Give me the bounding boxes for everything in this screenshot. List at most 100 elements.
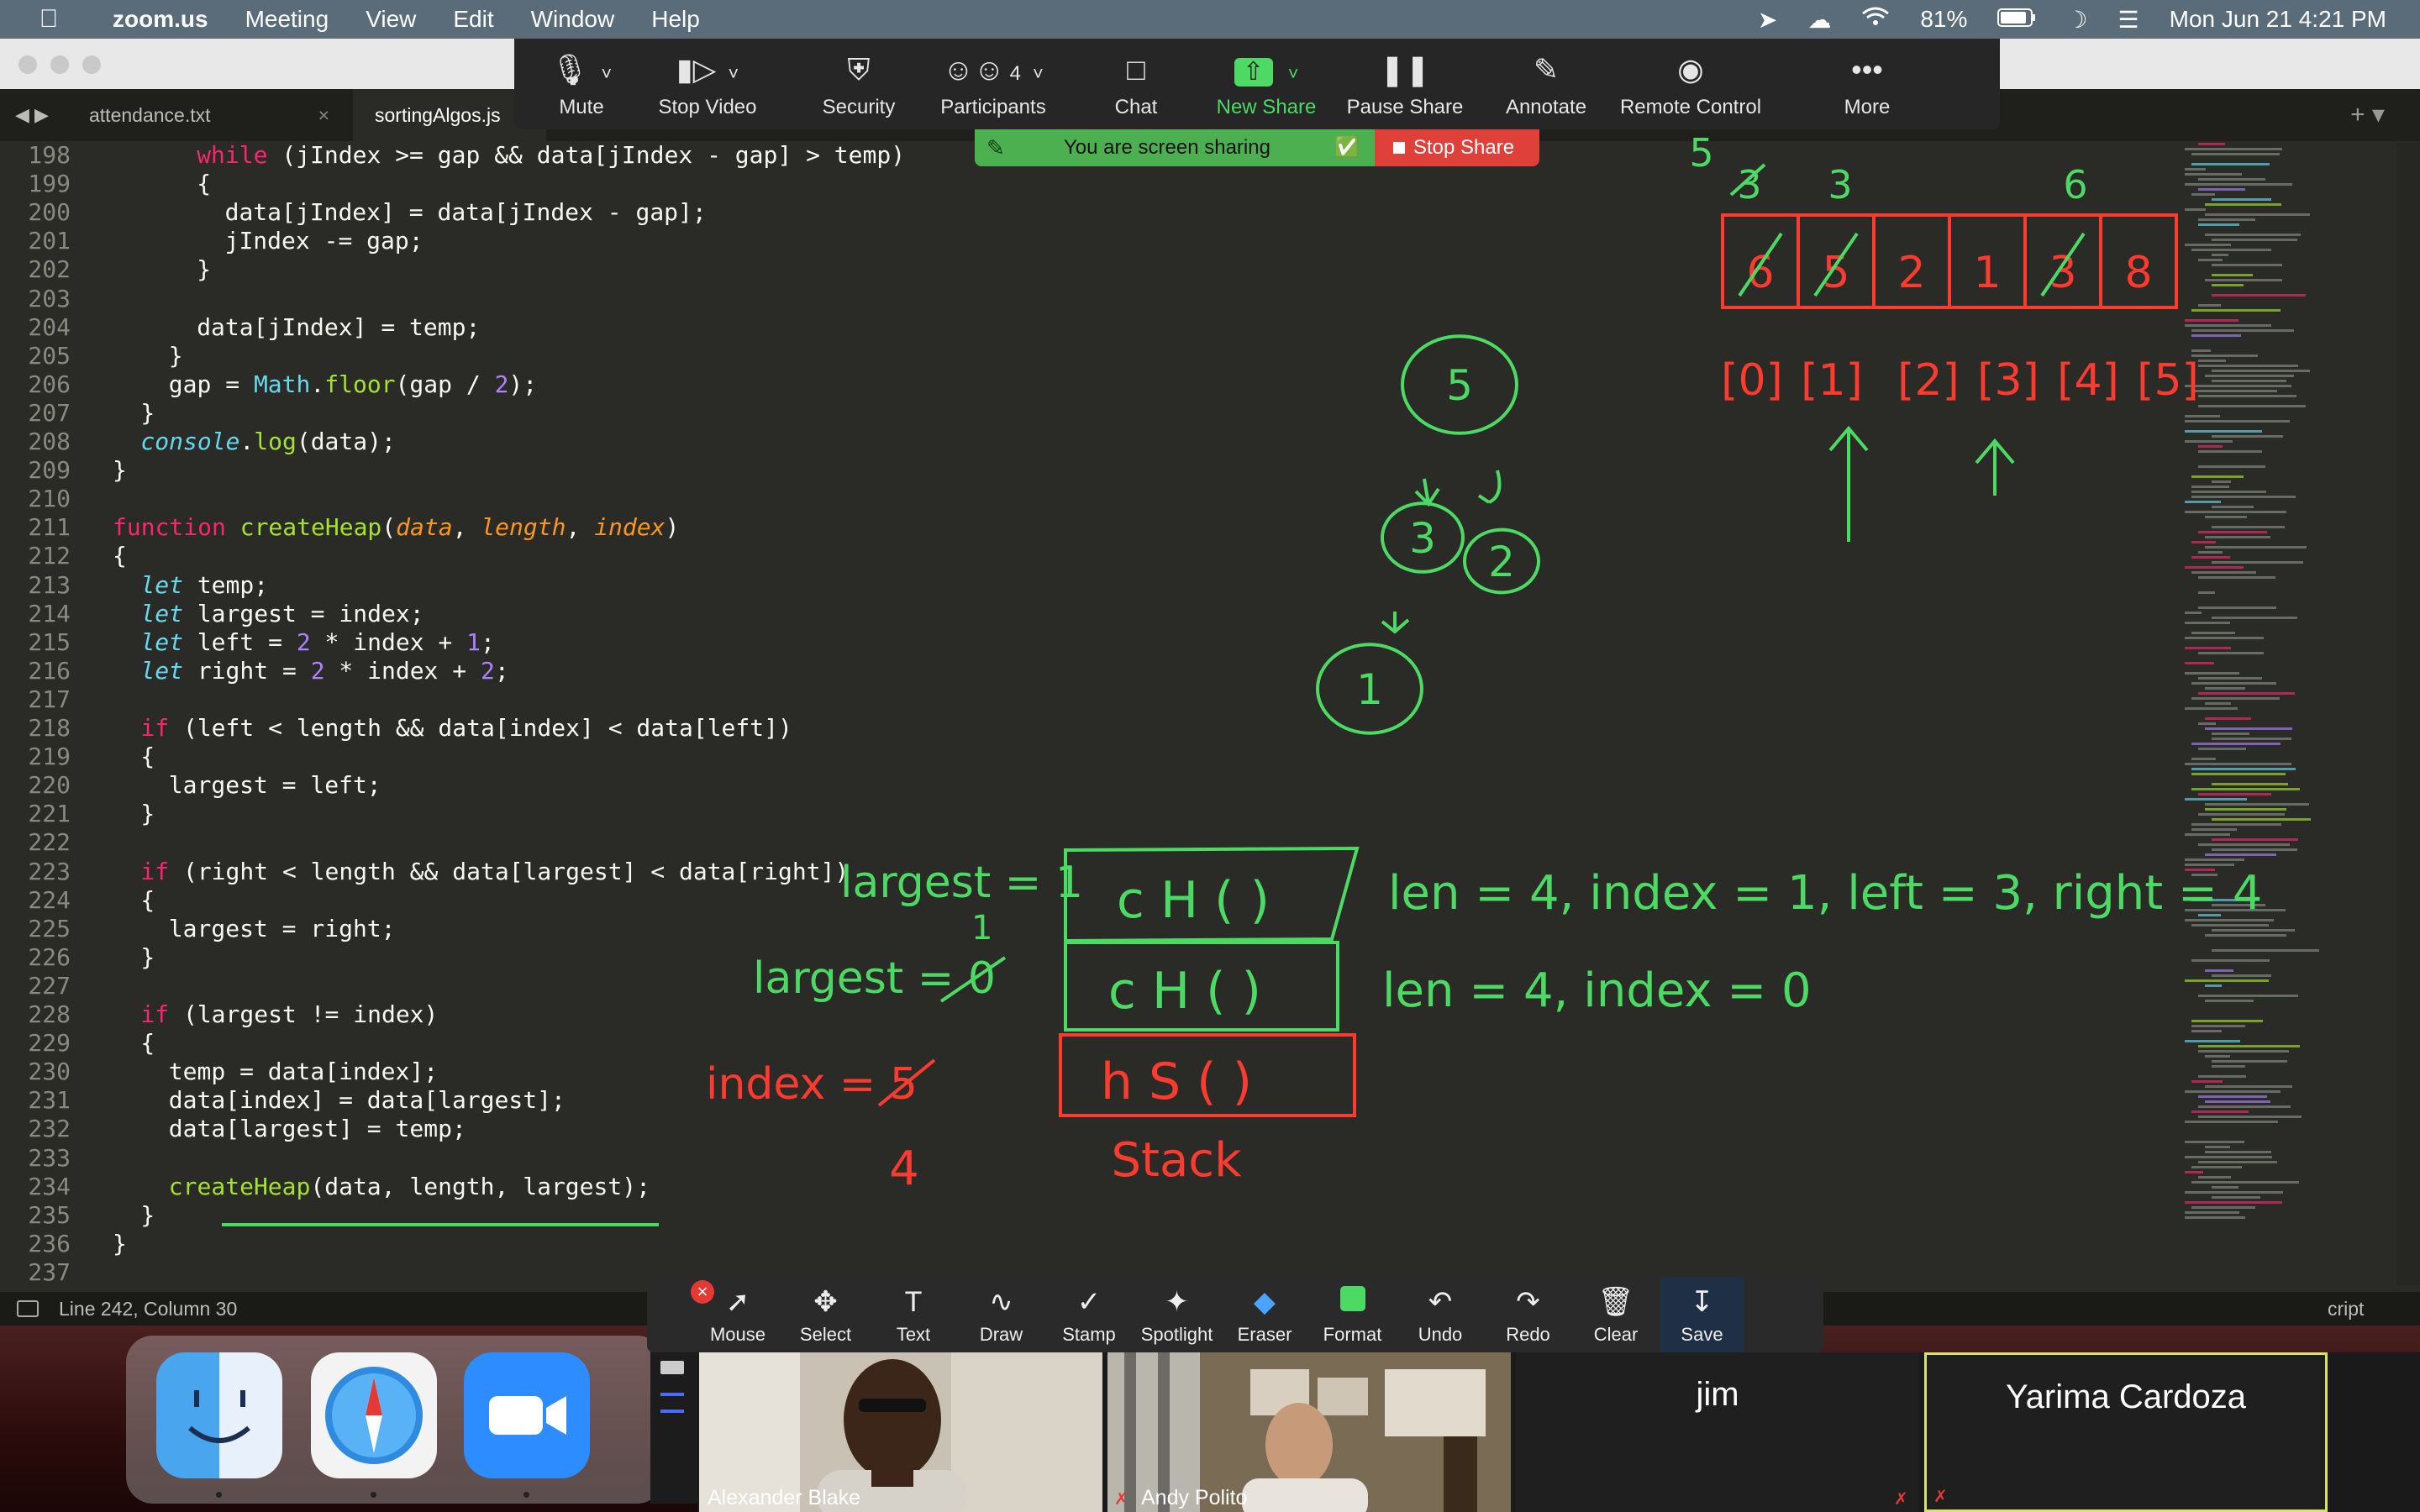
text-tool-button[interactable]: T Text <box>870 1277 957 1352</box>
code-line[interactable]: 202} <box>0 255 1008 284</box>
code-line[interactable]: 203 <box>0 285 1008 313</box>
code-line[interactable]: 228 if (largest != index) <box>0 1000 1008 1029</box>
participant-tile[interactable]: Alexander Blake <box>699 1352 1102 1512</box>
code-line[interactable]: 212 { <box>0 542 1008 570</box>
code-line[interactable]: 234 createHeap(data, length, largest); <box>0 1173 1008 1201</box>
finder-icon[interactable] <box>156 1352 282 1478</box>
menu-app-name[interactable]: zoom.us <box>113 6 208 33</box>
code-editor[interactable]: 198 while (jIndex >= gap && data[jIndex -… <box>0 141 2185 1292</box>
code-line[interactable]: 204 data[jIndex] = temp; <box>0 313 1008 342</box>
menu-edit[interactable]: Edit <box>453 6 493 33</box>
code-line[interactable]: 201 jIndex -= gap; <box>0 227 1008 255</box>
code-line[interactable]: 215 let left = 2 * index + 1; <box>0 628 1008 657</box>
code-line[interactable]: 231 data[index] = data[largest]; <box>0 1086 1008 1115</box>
code-line[interactable]: 214 let largest = index; <box>0 600 1008 628</box>
menubar-datetime[interactable]: Mon Jun 21 4:21 PM <box>2170 6 2386 33</box>
code-line[interactable]: 224 { <box>0 886 1008 915</box>
code-line[interactable]: 219 { <box>0 743 1008 771</box>
security-button[interactable]: ⛨ Security <box>796 39 922 129</box>
new-tab-button[interactable]: + ▾ <box>2350 89 2385 141</box>
draw-tool-button[interactable]: ∿ Draw <box>958 1277 1045 1352</box>
location-icon[interactable]: ➤ <box>1758 6 1777 34</box>
redo-tool-button[interactable]: ↷ Redo <box>1485 1277 1572 1352</box>
speaker-layout-icon[interactable] <box>660 1393 684 1413</box>
format-tool-button[interactable]: Format <box>1309 1277 1397 1352</box>
chat-button[interactable]: □ Chat <box>1073 39 1199 129</box>
participants-button[interactable]: ☺☺ 4 ˅ Participants <box>913 39 1073 129</box>
close-tab-icon[interactable]: × <box>318 89 329 141</box>
stamp-tool-button[interactable]: ✓ Stamp <box>1045 1277 1133 1352</box>
code-line[interactable]: 200 data[jIndex] = data[jIndex - gap]; <box>0 198 1008 227</box>
code-line[interactable]: 221} <box>0 800 1008 828</box>
code-line[interactable]: 236} <box>0 1230 1008 1258</box>
code-line[interactable]: 209} <box>0 456 1008 485</box>
eraser-tool-button[interactable]: ◆ Eraser <box>1221 1277 1308 1352</box>
code-line[interactable]: 226} <box>0 943 1008 972</box>
pause-share-button[interactable]: ❚❚ Pause Share <box>1329 39 1481 129</box>
menu-meeting[interactable]: Meeting <box>245 6 329 33</box>
save-tool-button[interactable]: ↧ Save <box>1660 1277 1744 1352</box>
minimap-line <box>2212 264 2282 266</box>
new-share-button[interactable]: ⇧ ˅ New Share <box>1195 39 1338 129</box>
annotate-button[interactable]: ✎ Annotate <box>1483 39 1609 129</box>
cursor-position[interactable]: Line 242, Column 30 <box>59 1292 237 1326</box>
code-line[interactable]: 235} <box>0 1201 1008 1230</box>
sidebar-toggle-icon[interactable] <box>17 1300 39 1317</box>
undo-tool-button[interactable]: ↶ Undo <box>1397 1277 1484 1352</box>
syntax-language[interactable]: cript <box>2328 1292 2364 1326</box>
cloud-icon[interactable]: ☁ <box>1807 6 1831 34</box>
code-line[interactable]: 205} <box>0 342 1008 370</box>
spotlight-tool-button[interactable]: ✦ Spotlight <box>1134 1277 1221 1352</box>
code-line[interactable]: 210 <box>0 485 1008 513</box>
gallery-layout-icon[interactable] <box>660 1361 684 1374</box>
screen-sharing-banner[interactable]: ✎ You are screen sharing ✅ <box>975 129 1375 166</box>
code-line[interactable]: 223 if (right < length && data[largest] <… <box>0 858 1008 886</box>
code-line[interactable]: 198 while (jIndex >= gap && data[jIndex -… <box>0 141 1008 170</box>
code-line[interactable]: 206 gap = Math.floor(gap / 2); <box>0 370 1008 399</box>
menu-help[interactable]: Help <box>651 6 700 33</box>
code-line[interactable]: 220 largest = left; <box>0 771 1008 800</box>
code-line[interactable]: 216 let right = 2 * index + 2; <box>0 657 1008 685</box>
code-line[interactable]: 233 <box>0 1144 1008 1173</box>
code-line[interactable]: 227 <box>0 972 1008 1000</box>
code-line[interactable]: 222 <box>0 828 1008 857</box>
code-line[interactable]: 218 if (left < length && data[index] < da… <box>0 714 1008 743</box>
more-button[interactable]: ••• More <box>1804 39 1930 129</box>
code-line[interactable]: 232 data[largest] = temp; <box>0 1115 1008 1143</box>
participant-tile[interactable]: ✗ Andy Polito <box>1107 1352 1511 1512</box>
stop-video-button[interactable]: ▮▷ ˅ Stop Video <box>636 39 779 129</box>
clear-tool-button[interactable]: 🗑 Clear <box>1572 1277 1660 1352</box>
remote-control-button[interactable]: ◉ Remote Control <box>1598 39 1783 129</box>
minimize-window-button[interactable] <box>50 55 69 74</box>
code-line[interactable]: 207} <box>0 399 1008 428</box>
menu-window[interactable]: Window <box>531 6 615 33</box>
battery-icon[interactable] <box>1997 6 2036 33</box>
close-window-button[interactable] <box>18 55 37 74</box>
wifi-icon[interactable] <box>1861 6 1890 34</box>
code-line[interactable]: 211 function createHeap(data, length, ind… <box>0 513 1008 542</box>
tab-nav-arrows[interactable]: ◀ ▶ <box>15 89 49 141</box>
zoom-app-icon[interactable] <box>464 1352 590 1478</box>
zoom-window-button[interactable] <box>82 55 101 74</box>
tab-attendance[interactable]: attendance.txt × <box>64 89 350 141</box>
apple-icon[interactable]:  <box>32 5 66 34</box>
editor-scrollbar[interactable] <box>2396 143 2420 1285</box>
code-line[interactable]: 213 let temp; <box>0 571 1008 600</box>
stop-share-button[interactable]: Stop Share <box>1375 129 1539 166</box>
select-tool-button[interactable]: ✥ Select <box>782 1277 870 1352</box>
code-line[interactable]: 225 largest = right; <box>0 915 1008 943</box>
code-line[interactable]: 217 <box>0 685 1008 714</box>
participant-tile[interactable]: jim ✗ <box>1516 1352 1919 1512</box>
code-line[interactable]: 229 { <box>0 1029 1008 1058</box>
mouse-tool-button[interactable]: ➚ Mouse <box>694 1277 781 1352</box>
moon-icon[interactable]: ☽ <box>2066 6 2087 34</box>
code-line[interactable]: 199 { <box>0 170 1008 198</box>
active-speaker-tile[interactable]: Yarima Cardoza ✗ <box>1924 1352 2328 1512</box>
code-minimap[interactable] <box>2176 143 2353 1219</box>
mute-button[interactable]: 🎙 ˅ Mute <box>518 39 644 129</box>
menu-view[interactable]: View <box>366 6 416 33</box>
code-line[interactable]: 230 temp = data[index]; <box>0 1058 1008 1086</box>
control-center-icon[interactable]: ☰ <box>2118 6 2139 34</box>
code-line[interactable]: 208 console.log(data); <box>0 428 1008 456</box>
safari-icon[interactable] <box>311 1352 437 1478</box>
